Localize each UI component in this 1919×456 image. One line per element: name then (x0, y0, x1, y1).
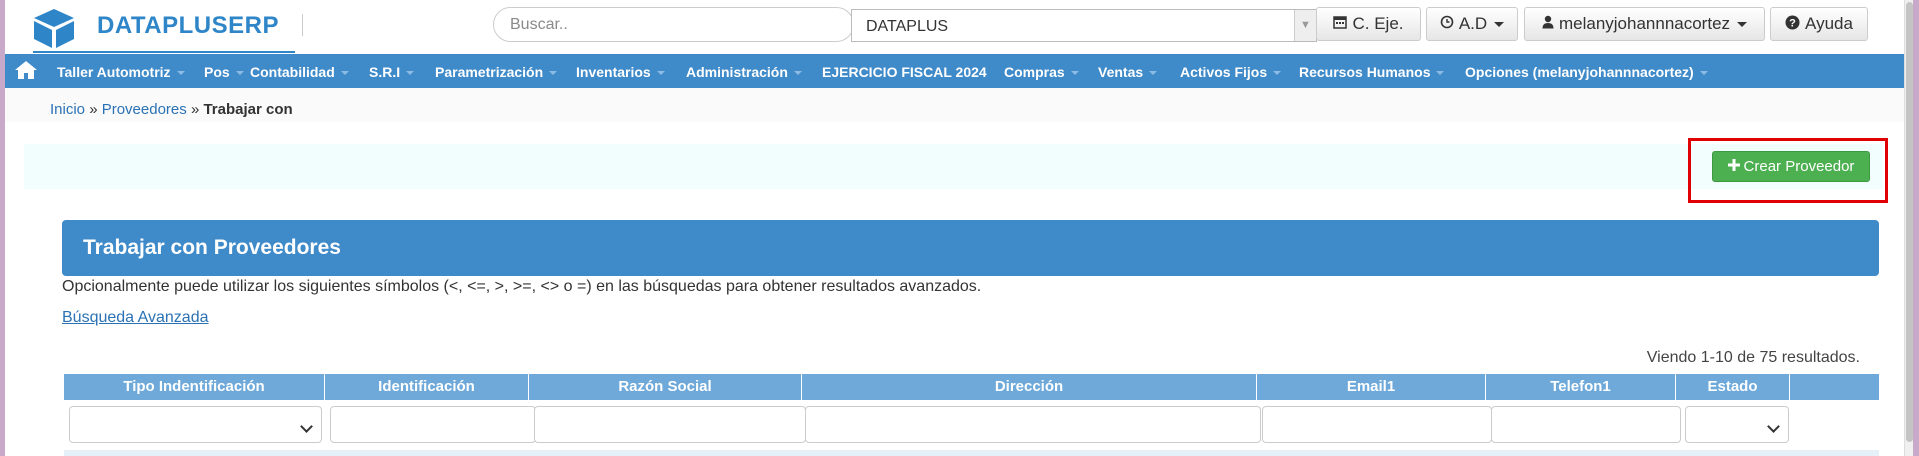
nav-label: Parametrización (435, 64, 544, 80)
nav-label: Administración (686, 64, 788, 80)
help-button[interactable]: ? Ayuda (1770, 7, 1868, 41)
scrollbar-thumb[interactable] (1906, 2, 1913, 442)
search-input[interactable] (493, 7, 854, 42)
nav-recursos-humanos[interactable]: Recursos Humanos (1299, 64, 1445, 80)
nav-label: Opciones (melanyjohannnacortez) (1465, 64, 1694, 80)
clock-icon (1440, 15, 1454, 33)
page-title: Trabajar con Proveedores (83, 236, 341, 259)
nav-parametrizacion[interactable]: Parametrización (435, 64, 558, 80)
table-row (64, 450, 1879, 456)
advanced-search-link[interactable]: Búsqueda Avanzada (62, 309, 209, 327)
nav-label: Activos Fijos (1180, 64, 1268, 80)
nav-contabilidad[interactable]: Contabilidad (250, 64, 349, 80)
ad-dropdown-button[interactable]: A.D (1426, 7, 1518, 41)
breadcrumb-separator: » (89, 101, 98, 118)
calendar-icon (1333, 15, 1348, 33)
nav-label: Ventas (1098, 64, 1144, 80)
nav-label: Pos (204, 64, 230, 80)
nav-label: Recursos Humanos (1299, 64, 1431, 80)
main-navbar: Taller Automotriz Pos Contabilidad S.R.I… (5, 54, 1904, 88)
c-eje-label: C. Eje. (1352, 14, 1404, 33)
filter-telefon1-input[interactable] (1491, 406, 1681, 443)
column-header-direccion[interactable]: Dirección (802, 374, 1257, 400)
nav-taller-automotriz[interactable]: Taller Automotriz (57, 64, 185, 80)
panel-header: Trabajar con Proveedores (62, 220, 1879, 276)
home-icon[interactable] (14, 60, 38, 80)
nav-activos-fijos[interactable]: Activos Fijos (1180, 64, 1282, 80)
nav-label: Contabilidad (250, 64, 335, 80)
filter-row (64, 400, 1879, 450)
nav-sri[interactable]: S.R.I (369, 64, 415, 80)
nav-label: Compras (1004, 64, 1065, 80)
nav-label: Taller Automotriz (57, 64, 171, 80)
user-menu-button[interactable]: melanyjohannnacortez (1524, 7, 1765, 41)
results-summary: Viendo 1-10 de 75 resultados. (1646, 349, 1860, 366)
nav-label: S.R.I (369, 64, 401, 80)
column-header-email1[interactable]: Email1 (1257, 374, 1486, 400)
filter-email1-input[interactable] (1262, 406, 1492, 443)
column-header-razon-social[interactable]: Razón Social (529, 374, 802, 400)
table-header: Tipo Indentificación Identificación Razó… (64, 374, 1879, 400)
nav-label: EJERCICIO FISCAL 2024 (822, 64, 987, 80)
column-header-estado[interactable]: Estado (1676, 374, 1790, 400)
top-header: DATAPLUSERP DATAPLUS ▼ C. Eje. A.D mela (5, 0, 1904, 53)
column-header-identificacion[interactable]: Identificación (325, 374, 529, 400)
nav-administracion[interactable]: Administración (686, 64, 802, 80)
cube-logo-icon[interactable] (30, 7, 78, 49)
breadcrumb-current: Trabajar con (203, 101, 293, 118)
breadcrumb-separator: » (190, 101, 200, 118)
filter-identificacion-input[interactable] (330, 406, 536, 443)
brand-name[interactable]: DATAPLUSERP (97, 12, 279, 40)
filter-direccion-input[interactable] (805, 406, 1261, 443)
question-circle-icon: ? (1785, 15, 1800, 34)
header-divider (302, 14, 303, 36)
highlight-box (1688, 138, 1888, 203)
breadcrumb: Inicio » Proveedores » Trabajar con (50, 101, 293, 118)
filter-razon-social-input[interactable] (534, 406, 806, 443)
user-icon (1542, 15, 1554, 33)
nav-inventarios[interactable]: Inventarios (576, 64, 665, 80)
nav-label: Inventarios (576, 64, 651, 80)
ad-label: A.D (1458, 14, 1488, 33)
company-select[interactable]: DATAPLUS ▼ (851, 9, 1317, 42)
company-select-value: DATAPLUS (866, 18, 949, 35)
column-header-tipo-identificacion[interactable]: Tipo Indentificación (64, 374, 325, 400)
help-label: Ayuda (1805, 14, 1853, 33)
filter-estado-select[interactable] (1685, 406, 1789, 443)
page-scrollbar[interactable] (1904, 0, 1913, 456)
breadcrumb-proveedores-link[interactable]: Proveedores (102, 101, 187, 118)
filter-tipo-identificacion-select[interactable] (69, 406, 322, 443)
caret-down-icon (1737, 21, 1748, 27)
search-hint-text: Opcionalmente puede utilizar los siguien… (62, 278, 982, 295)
page: DATAPLUSERP DATAPLUS ▼ C. Eje. A.D mela (5, 0, 1904, 456)
nav-pos[interactable]: Pos (204, 64, 244, 80)
caret-down-icon (1494, 21, 1505, 27)
column-header-telefon1[interactable]: Telefon1 (1486, 374, 1676, 400)
user-name-label: melanyjohannnacortez (1558, 14, 1731, 33)
nav-compras[interactable]: Compras (1004, 64, 1079, 80)
nav-opciones[interactable]: Opciones (melanyjohannnacortez) (1465, 64, 1708, 80)
action-bar (24, 144, 1883, 189)
nav-ejercicio-fiscal[interactable]: EJERCICIO FISCAL 2024 (822, 64, 987, 80)
breadcrumb-home-link[interactable]: Inicio (50, 101, 85, 118)
brand-underline (33, 51, 295, 53)
c-eje-button[interactable]: C. Eje. (1316, 7, 1421, 41)
chevron-down-icon[interactable]: ▼ (1294, 10, 1316, 41)
svg-text:?: ? (1789, 17, 1796, 29)
nav-ventas[interactable]: Ventas (1098, 64, 1158, 80)
